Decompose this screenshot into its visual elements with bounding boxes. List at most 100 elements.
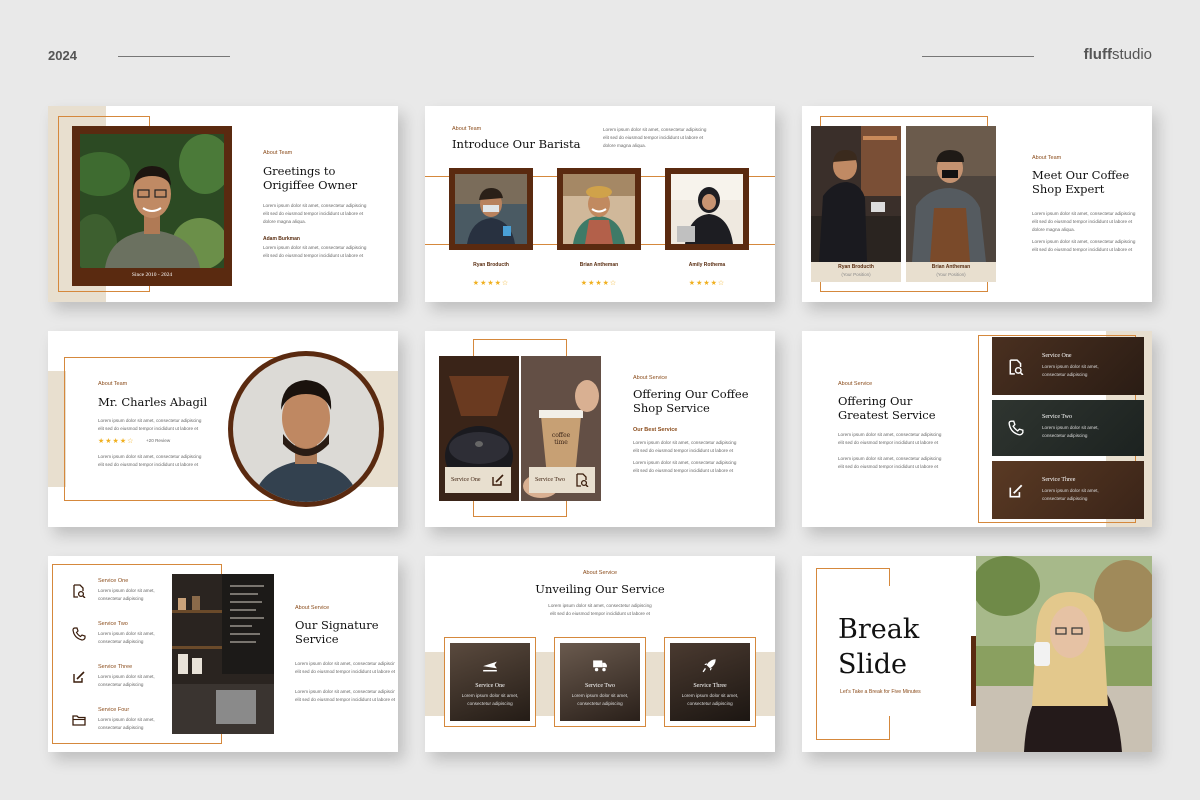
body-text: Lorem ipsum dolor sit amet, consectetur … — [633, 439, 736, 455]
body-line: elit sed do eiusmod tempor incididunt ut… — [1032, 247, 1133, 252]
body-text: Lorem ipsum dolor sit amet, consectetur … — [838, 455, 941, 471]
service-card-one[interactable]: Service One Lorem ipsum dolor sit amet, … — [992, 337, 1144, 395]
service-card-two[interactable]: Service Two Lorem ipsum dolor sit amet, … — [992, 400, 1144, 456]
service-title: Service One — [1042, 353, 1072, 359]
section-label: About Service — [633, 375, 668, 381]
desc-line: consectetur adipiscing — [467, 701, 513, 706]
brand-part-a: fluff — [1083, 46, 1112, 63]
title-line-2: Shop Expert — [1032, 182, 1105, 196]
service-card-three[interactable]: Service Three Lorem ipsum dolor sit amet… — [992, 461, 1144, 519]
expert-position: (Your Position) — [936, 272, 966, 277]
desc-line: Lorem ipsum dolor sit amet, — [681, 693, 739, 698]
slide-title: Greetings to Origiffee Owner — [263, 164, 357, 192]
desc-line: consectetur adipiscing — [687, 701, 733, 706]
barista-photo-2 — [563, 174, 635, 244]
body-line: Lorem ipsum dolor sit amet, consectetur … — [295, 689, 395, 694]
expert-name: Ryan Broducth — [838, 264, 874, 270]
title-line-1: Offering Our Coffee — [633, 387, 749, 401]
body-text: Lorem ipsum dolor sit amet, consectetur … — [838, 431, 941, 447]
slide-break[interactable]: Break Slide Let's Take a Break for Five … — [802, 556, 1152, 752]
desc-line: consectetur adipiscing — [1042, 372, 1088, 377]
title-line-2: Origiffee Owner — [263, 178, 358, 192]
service-title: Service Three — [98, 664, 133, 670]
desc-line: consectetur adipiscing — [577, 701, 623, 706]
section-label: About Team — [1032, 155, 1062, 161]
body-line: Lorem ipsum dolor sit amet, consectetur … — [98, 454, 202, 459]
break-title: Break Slide — [838, 612, 919, 682]
body-line: elit sed do eiusmod tempor incididunt ut… — [295, 669, 395, 674]
desc-line: consectetur adipiscing — [98, 682, 144, 687]
service-one-button[interactable]: Service One — [445, 467, 511, 493]
expert-photo-1 — [811, 126, 901, 262]
service-desc: Lorem ipsum dolor sit amet, consectetur a… — [670, 692, 750, 708]
body-line: elit sed do eiusmod tempor incididunt ut… — [549, 611, 651, 616]
slide-signature-service[interactable]: Service One Lorem ipsum dolor sit amet, c… — [48, 556, 398, 752]
service-card-two[interactable]: Service Two Lorem ipsum dolor sit amet, c… — [560, 643, 640, 721]
body-text: Lorem ipsum dolor sit amet, consectetur … — [98, 417, 201, 433]
service-one-label: Service One — [451, 477, 481, 483]
rating-stars: ★★★★☆ — [472, 279, 510, 287]
desc-line: Lorem ipsum dolor sit amet, — [98, 588, 155, 593]
slide-greetings[interactable]: Since 2010 - 2024 About Team Greetings t… — [48, 106, 398, 302]
body-line: elit sed do eiusmod tempor incididunt ut… — [98, 426, 199, 431]
slide-offering-service[interactable]: coffee time Service One Service Two Abou… — [425, 331, 775, 527]
body-line: Lorem ipsum dolor sit amet, consectetur … — [295, 661, 395, 666]
title-line-1: Meet Our Coffee — [1032, 168, 1130, 182]
title-line-2: Service — [295, 632, 339, 646]
body-line: dolore magna aliqua. — [263, 219, 306, 224]
service-title: Service Two — [98, 621, 128, 627]
desc-line: Lorem ipsum dolor sit amet, — [1042, 488, 1099, 493]
body-line: Lorem ipsum dolor sit amet, consectetur … — [548, 603, 652, 608]
slide-unveiling-service[interactable]: About Service Unveiling Our Service Lore… — [425, 556, 775, 752]
service-title: Service One — [98, 578, 129, 584]
slide-greatest-service[interactable]: About Service Offering Our Greatest Serv… — [802, 331, 1152, 527]
service-title: Service Three — [1042, 477, 1076, 483]
service-card-three[interactable]: Service Three Lorem ipsum dolor sit amet… — [670, 643, 750, 721]
desc-line: consectetur adipiscing — [98, 725, 144, 730]
body-line: elit sed do eiusmod tempor incididunt ut… — [838, 440, 939, 445]
service-two-button[interactable]: Service Two — [529, 467, 595, 493]
service-desc: Lorem ipsum dolor sit amet, consectetur a… — [98, 716, 155, 732]
desc-line: Lorem ipsum dolor sit amet, — [1042, 425, 1099, 430]
document-search-icon — [73, 584, 86, 598]
body-text: Lorem ipsum dolor sit amet, consectetur … — [98, 453, 201, 469]
title-line-1: Our Signature — [295, 618, 379, 632]
phone-icon — [1008, 420, 1024, 436]
body-line: elit sed do eiusmod tempor incididunt ut… — [263, 211, 364, 216]
body-line: elit sed do eiusmod tempor incididunt ut… — [633, 448, 734, 453]
expert-name: Brian Antheman — [931, 264, 971, 270]
best-service-label: Our Best Service — [633, 427, 678, 433]
body-text: Lorem ipsum dolor sit amet, consectetur … — [1032, 210, 1150, 234]
body-line: elit sed do eiusmod tempor incididunt ut… — [295, 697, 395, 702]
body-line: dolore magna aliqua. — [603, 143, 646, 148]
title-line-2: Greatest Service — [838, 408, 936, 422]
expert-photo-2 — [906, 126, 996, 262]
title-line-2: Slide — [838, 649, 908, 680]
expert-position: (Your Position) — [841, 272, 871, 277]
barista-name: Brian Antheman — [579, 262, 619, 268]
barista-name: Ryan Broducth — [473, 262, 509, 268]
barista-name: Amily Rothema — [688, 262, 726, 268]
body-text: Lorem ipsum dolor sit amet, consectetur … — [1032, 238, 1150, 254]
slide-coffee-expert[interactable]: Ryan Broducth (Your Position) Brian Anth… — [802, 106, 1152, 302]
slide-introduce-barista[interactable]: About Team Introduce Our Barista Lorem i… — [425, 106, 775, 302]
body-text: Lorem ipsum dolor sit amet, consectetur … — [633, 459, 736, 475]
rating-stars: ★★★★☆ — [580, 279, 618, 287]
break-photo — [976, 556, 1152, 752]
slide-charles-abagil[interactable]: About Team Mr. Charles Abagil Lorem ipsu… — [48, 331, 398, 527]
title-line-1: Break — [838, 614, 920, 645]
desc-line: consectetur adipiscing — [1042, 496, 1088, 501]
truck-icon — [593, 660, 607, 672]
airplane-icon — [483, 661, 497, 672]
edit-icon — [1009, 484, 1023, 498]
desc-line: Lorem ipsum dolor sit amet, — [98, 631, 155, 636]
barista-photo-3 — [671, 174, 743, 244]
folder-icon — [72, 715, 86, 726]
service-card-one[interactable]: Service One Lorem ipsum dolor sit amet, c… — [450, 643, 530, 721]
title-line-1: Greetings to — [263, 164, 336, 178]
service-title: Service Three — [693, 683, 727, 689]
service-title: Service Two — [585, 683, 615, 689]
year-label: 2024 — [48, 48, 77, 63]
body-line: elit sed do eiusmod tempor incididunt ut… — [633, 468, 734, 473]
document-search-icon — [1009, 359, 1024, 375]
